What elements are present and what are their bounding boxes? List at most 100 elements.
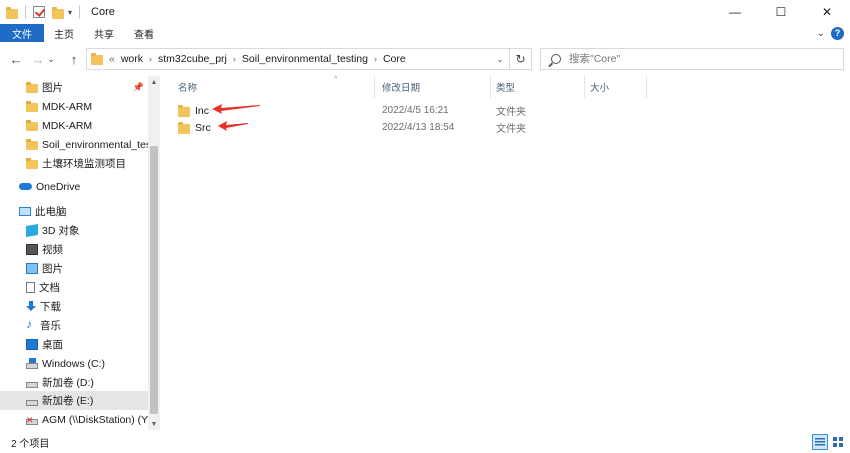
breadcrumb-item-work[interactable]: work	[121, 53, 143, 65]
folder-icon	[178, 104, 190, 117]
divider[interactable]	[646, 76, 647, 98]
sidebar-item-mdk-arm-1[interactable]: MDK-ARM	[0, 97, 148, 116]
tab-share[interactable]: 共享	[84, 24, 124, 42]
sidebar-item-onedrive[interactable]: OneDrive	[0, 177, 148, 196]
breadcrumb-item-core[interactable]: Core	[383, 53, 406, 65]
sidebar-item-music[interactable]: 音乐	[0, 316, 148, 335]
column-name[interactable]: 名称	[172, 76, 376, 98]
sidebar-item-drive-e[interactable]: 新加卷 (E:)	[0, 391, 148, 410]
sidebar-item-pictures[interactable]: 图片	[0, 259, 148, 278]
sidebar-item-videos[interactable]: 视频	[0, 240, 148, 259]
recent-locations-chevron-icon[interactable]: ⌄	[44, 49, 58, 69]
sidebar-item-label: 下载	[40, 301, 61, 313]
breadcrumb-item-soil-environmental-testing[interactable]: Soil_environmental_testing	[242, 53, 368, 65]
refresh-button[interactable]: ↻	[509, 49, 531, 69]
sidebar-item-label: 桌面	[42, 339, 63, 351]
search-box[interactable]	[540, 48, 844, 70]
breadcrumb-separator-icon[interactable]: ›	[374, 54, 377, 64]
search-input[interactable]	[569, 53, 809, 65]
network-drive-disconnected-icon	[26, 415, 38, 426]
file-modified: 2022/4/13 18:54	[382, 122, 455, 133]
large-icons-view-button[interactable]	[830, 434, 846, 450]
tab-view[interactable]: 查看	[124, 24, 164, 42]
sidebar-item-network-drive-y[interactable]: AGM (\\DiskStation) (Y:)	[0, 410, 148, 429]
pin-icon[interactable]: 📌	[133, 82, 144, 93]
breadcrumb: « work › stm32cube_prj › Soil_environmen…	[87, 53, 491, 65]
file-type: 文件夹	[496, 107, 526, 118]
sidebar-item-3d-objects[interactable]: 3D 对象	[0, 221, 148, 240]
ribbon-right-controls: ⌄ ?	[817, 24, 850, 42]
sidebar-item-this-pc[interactable]: 此电脑	[0, 202, 148, 221]
expand-ribbon-chevron-icon[interactable]: ⌄	[817, 28, 825, 39]
sidebar-item-drive-d[interactable]: 新加卷 (D:)	[0, 373, 148, 392]
new-folder-icon[interactable]	[52, 6, 64, 19]
sidebar-item-label: 视频	[42, 244, 63, 256]
pictures-folder-icon	[26, 82, 38, 93]
sidebar-item-downloads[interactable]: 下载	[0, 297, 148, 316]
sidebar-item-label: MDK-ARM	[42, 119, 93, 132]
computer-icon	[19, 207, 31, 216]
music-icon	[26, 317, 36, 331]
sidebar-item-label: 新加卷 (E:)	[42, 395, 94, 407]
file-name-cell: Src	[178, 121, 211, 134]
scroll-thumb[interactable]	[150, 146, 158, 414]
minimize-button[interactable]: —	[712, 0, 758, 24]
sidebar-item-mdk-arm-2[interactable]: MDK-ARM	[0, 116, 148, 135]
back-button[interactable]: ←	[6, 49, 26, 69]
3d-objects-icon	[26, 223, 38, 238]
breadcrumb-overflow[interactable]: «	[109, 53, 115, 65]
sidebar-item-soil-environmental-testing[interactable]: Soil_environmental_tes	[0, 135, 148, 154]
sidebar-item-pictures-quick[interactable]: 图片 📌	[0, 78, 148, 97]
address-dropdown-chevron-icon[interactable]: ⌄	[491, 49, 509, 69]
breadcrumb-separator-icon[interactable]: ›	[149, 54, 152, 64]
annotation-arrow-icon	[218, 121, 248, 131]
sidebar-scrollbar[interactable]: ▲ ▼	[148, 76, 160, 430]
breadcrumb-separator-icon[interactable]: ›	[233, 54, 236, 64]
window-controls: — ☐ ✕	[712, 0, 850, 24]
large-icons-view-icon	[833, 437, 843, 447]
annotation-arrow-shape	[212, 104, 260, 114]
sidebar-item-desktop[interactable]: 桌面	[0, 335, 148, 354]
quick-access-toolbar: ▾ Core	[0, 0, 115, 24]
sidebar-item-label: 文档	[39, 282, 60, 294]
column-size[interactable]: 大小	[584, 76, 646, 98]
properties-icon[interactable]	[33, 6, 45, 18]
maximize-button[interactable]: ☐	[758, 0, 804, 24]
column-modified[interactable]: 修改日期	[376, 76, 492, 98]
details-view-button[interactable]	[812, 434, 828, 450]
details-view-icon	[815, 437, 825, 447]
folder-icon	[26, 139, 38, 150]
tab-home[interactable]: 主页	[44, 24, 84, 42]
sidebar-item-soil-monitoring-project[interactable]: 土壤环境监测项目	[0, 154, 148, 173]
customize-toolbar-chevron-icon[interactable]: ▾	[68, 8, 72, 17]
search-icon	[551, 54, 561, 64]
folder-icon	[26, 158, 38, 169]
scroll-up-icon[interactable]: ▲	[148, 76, 160, 88]
up-button[interactable]: ↑	[64, 49, 84, 69]
file-name: Inc	[195, 104, 210, 117]
column-header: ^ 名称 修改日期 类型 大小	[160, 76, 850, 98]
navigation-bar: ← → ⌄ ↑ « work › stm32cube_prj › Soil_en…	[0, 44, 850, 74]
folder-icon	[91, 53, 103, 65]
file-list-view: ^ 名称 修改日期 类型 大小 Inc 2022/4/5 16:21 文件夹 S…	[160, 76, 850, 430]
column-type[interactable]: 类型	[490, 76, 584, 98]
breadcrumb-item-stm32cube-prj[interactable]: stm32cube_prj	[158, 53, 227, 65]
address-bar[interactable]: « work › stm32cube_prj › Soil_environmen…	[86, 48, 532, 70]
sidebar-item-label: Soil_environmental_tes	[42, 138, 148, 151]
view-switcher	[812, 434, 846, 450]
sidebar-item-label: 新加卷 (D:)	[42, 377, 94, 389]
title-bar: ▾ Core — ☐ ✕	[0, 0, 850, 24]
divider	[25, 5, 26, 19]
divider[interactable]	[374, 76, 375, 98]
desktop-icon	[26, 339, 38, 350]
scroll-down-icon[interactable]: ▼	[148, 418, 160, 430]
close-button[interactable]: ✕	[804, 0, 850, 24]
item-count: 2 个项目	[11, 439, 50, 450]
sidebar-item-drive-c[interactable]: Windows (C:)	[0, 354, 148, 373]
sidebar-item-label: 图片	[42, 263, 63, 275]
windows-drive-icon	[26, 357, 38, 369]
sidebar-item-documents[interactable]: 文档	[0, 278, 148, 297]
help-icon[interactable]: ?	[831, 26, 844, 40]
folder-icon	[26, 101, 38, 112]
tab-file[interactable]: 文件	[0, 24, 44, 42]
